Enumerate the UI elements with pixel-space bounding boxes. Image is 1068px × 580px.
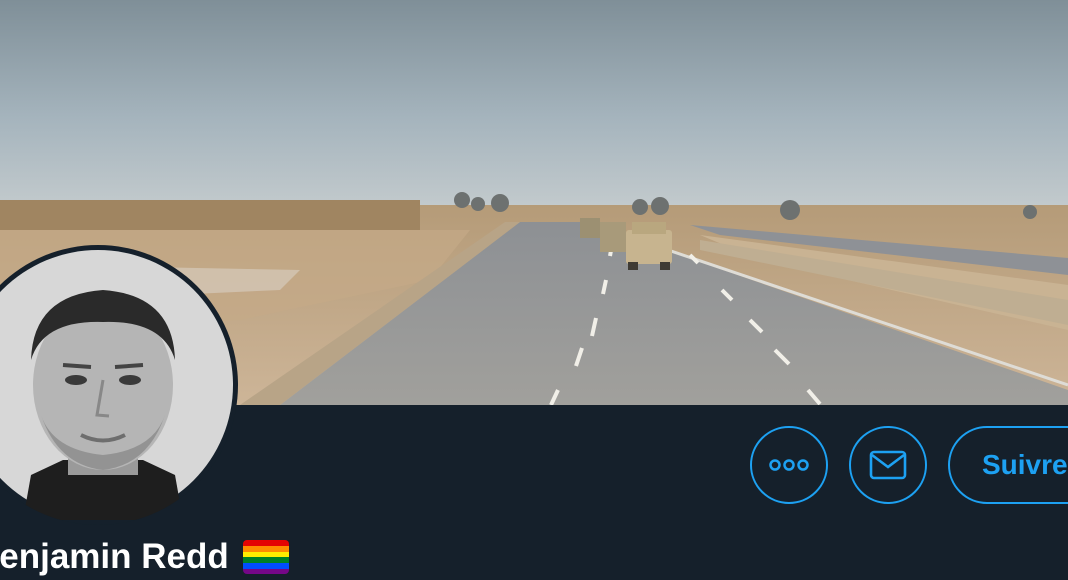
more-horizontal-icon	[769, 459, 809, 471]
follow-button-label: Suivre	[982, 449, 1068, 480]
profile-name-row: Benjamin Redd	[0, 535, 289, 579]
more-options-button[interactable]	[750, 426, 828, 504]
avatar[interactable]	[0, 245, 238, 525]
rainbow-flag-icon	[242, 540, 289, 574]
message-button[interactable]	[849, 426, 927, 504]
envelope-icon	[869, 450, 907, 480]
follow-button[interactable]: Suivre	[948, 426, 1068, 504]
display-name: Benjamin Redd	[0, 537, 229, 576]
profile-photo	[0, 250, 233, 520]
